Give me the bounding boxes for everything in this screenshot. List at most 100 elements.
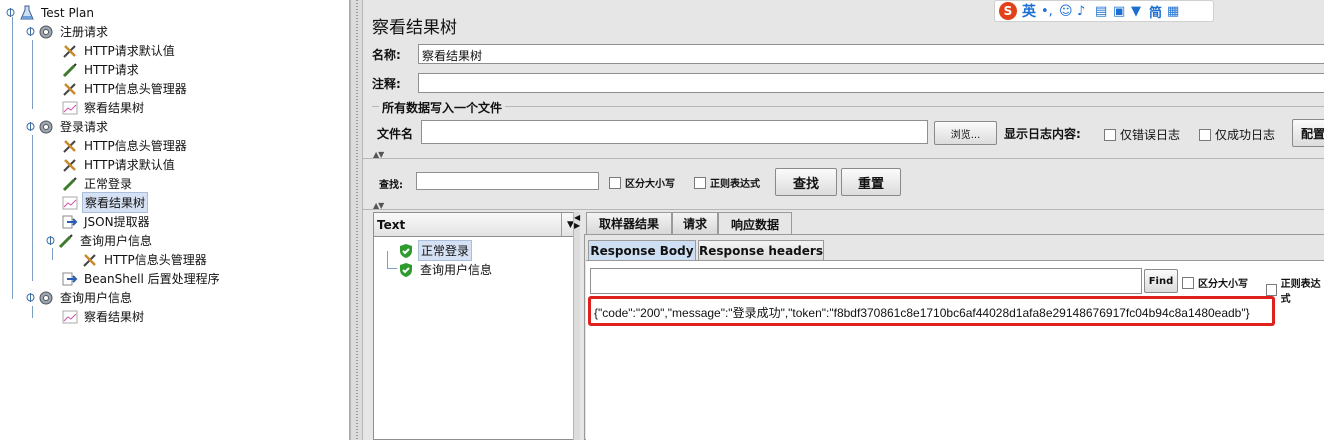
tree-node-beanshell[interactable]: BeanShell 后置处理程序	[62, 269, 222, 288]
renderer-value: Text	[377, 217, 406, 232]
collapse-handle-icon[interactable]	[26, 27, 35, 36]
tree-node-normal-login[interactable]: 正常登录	[62, 174, 134, 193]
file-group-title: 所有数据写入一个文件	[379, 99, 506, 116]
tree-node-label: HTTP请求默认值	[84, 44, 175, 58]
success-only-label: 仅成功日志	[1215, 128, 1276, 142]
list-tree-line	[387, 268, 397, 269]
search-regex-checkbox[interactable]: 正则表达式	[694, 175, 760, 190]
sample-result-list[interactable]: Text ▼ 正常登录 查询用户信息	[373, 212, 580, 440]
browse-button[interactable]: 浏览...	[934, 121, 997, 145]
ime-language-label[interactable]: 英	[1022, 1, 1036, 21]
response-regex-box[interactable]	[1266, 284, 1277, 296]
errors-only-checkbox[interactable]: 仅错误日志	[1104, 126, 1180, 143]
sogou-logo-icon[interactable]: S	[999, 2, 1017, 20]
keyboard-icon[interactable]: ▤	[1095, 5, 1108, 18]
microphone-icon[interactable]: ♪	[1077, 5, 1090, 18]
collapse-handle-icon[interactable]	[46, 236, 55, 245]
comment-label: 注释:	[372, 77, 401, 91]
tree-node-login-request[interactable]: 登录请求	[26, 117, 110, 136]
grid-menu-icon[interactable]: ▦	[1167, 5, 1180, 18]
tree-line	[12, 131, 13, 299]
tree-node-header-manager[interactable]: HTTP信息头管理器	[62, 79, 189, 98]
result-item-label: 正常登录	[418, 240, 473, 261]
search-case-checkbox[interactable]: 区分大小写	[609, 175, 675, 190]
pen-icon	[62, 62, 77, 77]
tab-sampler-result[interactable]: 取样器结果	[586, 212, 672, 234]
tree-node-label: 正常登录	[84, 177, 133, 191]
success-only-box[interactable]	[1199, 128, 1211, 141]
simplified-chinese-icon[interactable]: 简	[1149, 2, 1162, 21]
name-label: 名称:	[372, 48, 401, 62]
response-case-box[interactable]	[1182, 276, 1194, 289]
flask-icon	[20, 5, 34, 19]
panel-splitter[interactable]	[350, 0, 363, 440]
tree-node-test-plan[interactable]: Test Plan	[6, 3, 96, 22]
configure-button[interactable]: 配置	[1292, 119, 1324, 147]
result-item-normal-login[interactable]: 正常登录	[398, 240, 473, 261]
tree-node-register-request[interactable]: 注册请求	[26, 22, 110, 41]
tree-node-query-user[interactable]: 查询用户信息	[46, 231, 154, 250]
tree-node-results-tree[interactable]: 察看结果树	[62, 98, 146, 117]
collapse-handle-icon[interactable]	[26, 293, 35, 302]
gear-icon	[39, 291, 53, 304]
tree-node-http-request[interactable]: HTTP请求	[62, 60, 141, 79]
pen-icon	[58, 233, 73, 248]
response-body-text[interactable]: {"code":"200","message":"登录成功","token":"…	[594, 304, 1250, 321]
name-field[interactable]: 察看结果树	[418, 44, 1324, 64]
subtab-response-headers[interactable]: Response headers	[698, 240, 824, 260]
subtab-response-body[interactable]: Response Body	[588, 240, 696, 260]
skin-icon[interactable]: ▼	[1131, 5, 1144, 18]
response-case-checkbox[interactable]: 区分大小写	[1182, 275, 1248, 290]
search-regex-box[interactable]	[694, 176, 706, 189]
pen-icon	[62, 176, 77, 191]
tab-response-data[interactable]: 响应数据	[718, 212, 792, 235]
tree-node-http-defaults[interactable]: HTTP请求默认值	[62, 155, 177, 174]
punctuation-icon[interactable]: •,	[1041, 5, 1054, 18]
tools-icon	[63, 82, 76, 96]
tree-node-label: HTTP信息头管理器	[84, 139, 187, 153]
tree-node-query-user-group[interactable]: 查询用户信息	[26, 288, 134, 307]
ime-toolbar[interactable]: S 英 •, ☺ ♪ ▤ ▣ ▼ 简 ▦	[994, 0, 1214, 22]
tree-node-results-tree[interactable]: 察看结果树	[62, 307, 146, 326]
arrow-icon	[62, 215, 78, 228]
tree-node-label: BeanShell 后置处理程序	[84, 272, 220, 286]
gear-icon	[39, 120, 53, 133]
tree-node-label: 查询用户信息	[60, 291, 133, 305]
result-item-label: 查询用户信息	[420, 263, 493, 277]
chart-icon	[62, 310, 78, 323]
emoji-icon[interactable]: ☺	[1059, 5, 1073, 18]
tree-node-header-manager[interactable]: HTTP信息头管理器	[62, 136, 189, 155]
tree-node-json-extractor[interactable]: JSON提取器	[62, 212, 152, 231]
test-plan-tree[interactable]: Test Plan 注册请求 HTTP请求默认值 HTTP请求 HTTP信息头管…	[0, 0, 350, 440]
splitter-arrows-icon[interactable]: ◀ ▶	[574, 214, 580, 230]
search-case-box[interactable]	[609, 176, 621, 189]
success-shield-icon	[400, 243, 412, 258]
tree-node-label: 察看结果树	[84, 310, 145, 324]
tree-node-header-manager[interactable]: HTTP信息头管理器	[82, 250, 209, 269]
results-splitter[interactable]: ◀ ▶	[573, 212, 580, 440]
tree-node-http-defaults[interactable]: HTTP请求默认值	[62, 41, 177, 60]
tree-node-label: 察看结果树	[82, 192, 149, 213]
errors-only-box[interactable]	[1104, 128, 1116, 141]
toolbox-icon[interactable]: ▣	[1113, 5, 1126, 18]
success-only-checkbox[interactable]: 仅成功日志	[1199, 126, 1275, 143]
result-item-query-user[interactable]: 查询用户信息	[398, 260, 494, 279]
reset-button[interactable]: 重置	[841, 168, 901, 196]
collapse-handle-icon[interactable]	[26, 122, 35, 131]
tab-request[interactable]: 请求	[672, 212, 718, 234]
tree-node-label: 注册请求	[60, 25, 109, 39]
renderer-select[interactable]: Text ▼	[374, 213, 579, 237]
tools-icon	[63, 139, 76, 153]
filename-field[interactable]	[421, 120, 928, 144]
search-label: 查找:	[379, 180, 403, 191]
tree-node-results-tree-selected[interactable]: 察看结果树	[62, 192, 149, 213]
comment-field[interactable]	[418, 73, 1324, 93]
success-shield-icon	[400, 262, 412, 277]
collapse-handle-icon[interactable]	[6, 8, 15, 17]
response-find-button[interactable]: Find	[1144, 269, 1178, 293]
search-regex-label: 正则表达式	[710, 179, 760, 190]
tools-icon	[83, 253, 96, 267]
search-input[interactable]	[416, 172, 599, 190]
find-button[interactable]: 查找	[775, 168, 837, 196]
response-find-input[interactable]	[590, 268, 1142, 294]
